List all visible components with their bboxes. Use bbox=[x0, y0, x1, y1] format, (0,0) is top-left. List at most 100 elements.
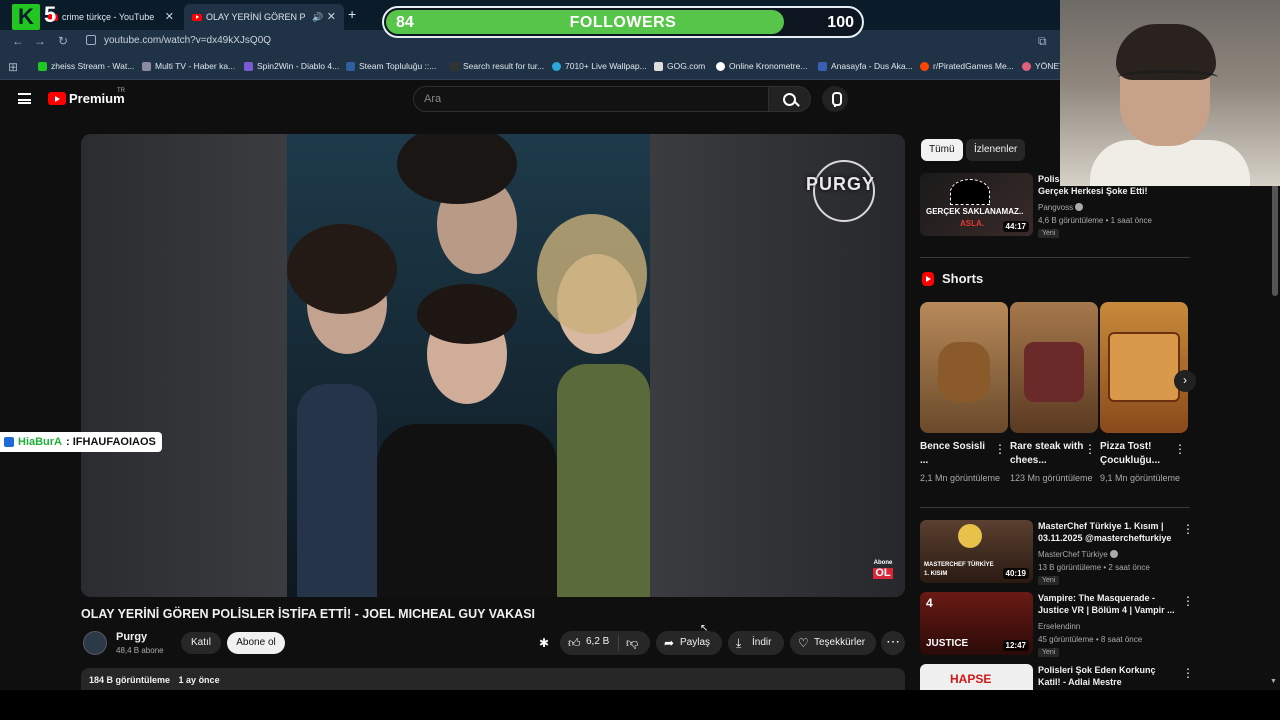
hamburger-menu-icon[interactable] bbox=[18, 93, 31, 104]
microphone-icon[interactable] bbox=[822, 86, 848, 112]
bookmark-label: Steam Topluluğu ::... bbox=[359, 61, 437, 71]
video-thumbnail[interactable]: GERÇEK SAKLANAMAZ.. ASLA. 44:17 bbox=[920, 173, 1033, 236]
watermark-text: PURGY bbox=[805, 174, 875, 194]
like-count[interactable]: 6,2 B bbox=[586, 636, 609, 647]
more-options-icon[interactable]: ⋮ bbox=[1182, 594, 1194, 608]
thumbnail-text: 4 bbox=[926, 596, 933, 610]
video-player[interactable]: PURGY Abone OL bbox=[81, 134, 905, 597]
short-card[interactable]: Pizza Tost! Çocukluğu... 9,1 Mn görüntül… bbox=[1100, 302, 1188, 483]
back-icon[interactable]: ← bbox=[12, 34, 24, 48]
search-icon[interactable] bbox=[769, 86, 811, 112]
bookmark[interactable]: YÖNET bbox=[1022, 61, 1064, 71]
description-box[interactable]: 184 B görüntüleme 1 ay önce bbox=[81, 668, 905, 690]
short-title[interactable]: Bence Sosisli ... bbox=[920, 440, 994, 468]
bookmark[interactable]: Spin2Win - Diablo 4... bbox=[244, 61, 339, 71]
download-label: İndir bbox=[752, 637, 772, 648]
bookmark[interactable]: Anasayfa - Dus Aka... bbox=[818, 61, 913, 71]
share-icon: ➦ bbox=[664, 636, 675, 650]
bookmark[interactable]: Search result for tur... bbox=[450, 61, 544, 71]
thanks-button[interactable]: ♡ Teşekkürler bbox=[790, 631, 876, 655]
download-icon: ⤓ bbox=[736, 636, 742, 650]
bookmark[interactable]: r/PiratedGames Me... bbox=[920, 61, 1014, 71]
chip-all[interactable]: Tümü bbox=[921, 139, 963, 161]
bookmark[interactable]: GOG.com bbox=[654, 61, 705, 71]
new-tab-icon[interactable]: + bbox=[348, 6, 356, 22]
thanks-label: Teşekkürler bbox=[814, 637, 866, 648]
more-options-icon[interactable]: ⋮ bbox=[994, 442, 1006, 456]
upload-age: 1 ay önce bbox=[178, 675, 220, 685]
mouse-cursor-icon: ↖ bbox=[700, 623, 709, 634]
site-info-icon[interactable] bbox=[86, 35, 96, 45]
channel-name[interactable]: MasterChef Türkiye bbox=[1038, 550, 1118, 559]
speaker-icon[interactable]: 🔊 bbox=[312, 12, 323, 23]
divider bbox=[920, 507, 1190, 508]
short-thumbnail[interactable] bbox=[920, 302, 1008, 433]
browser-tab[interactable]: crime türkçe - YouTube ✕ bbox=[40, 4, 182, 30]
browser-tab-active[interactable]: OLAY YERİNİ GÖREN POLİS 🔊 ✕ bbox=[184, 4, 344, 30]
verified-icon bbox=[1075, 203, 1084, 211]
multitv-icon bbox=[142, 61, 151, 71]
video-title[interactable]: MasterChef Türkiye 1. Kısım | 03.11.2025… bbox=[1038, 520, 1176, 544]
short-thumbnail[interactable] bbox=[1100, 302, 1188, 433]
more-options-icon[interactable]: ⋮ bbox=[1174, 442, 1186, 456]
scrollbar-thumb[interactable] bbox=[1272, 170, 1278, 296]
share-button[interactable]: ➦ Paylaş bbox=[656, 631, 722, 655]
related-video[interactable]: HAPSE Polisleri Şok Eden Korkunç Katil! … bbox=[920, 664, 1190, 690]
search-input[interactable]: Ara bbox=[413, 86, 769, 112]
reload-icon[interactable]: ↻ bbox=[58, 34, 68, 48]
bookmark-label: Spin2Win - Diablo 4... bbox=[257, 61, 340, 71]
video-meta: 13 B görüntüleme • 2 saat önce bbox=[1038, 563, 1150, 572]
more-actions-icon[interactable]: ⋯ bbox=[881, 631, 905, 655]
url-field[interactable]: youtube.com/watch?v=dx49kXJsQ0Q bbox=[104, 35, 271, 46]
bookmark[interactable]: 7010+ Live Wallpap... bbox=[552, 61, 647, 71]
apps-grid-icon[interactable]: ⊞ bbox=[8, 60, 18, 74]
bookmark[interactable]: Multi TV - Haber ka... bbox=[142, 61, 235, 71]
region-code: TR bbox=[117, 88, 125, 94]
dislike-icon[interactable]: 👎︎ bbox=[626, 636, 638, 651]
followers-current: 84 bbox=[396, 14, 414, 31]
bookmark[interactable]: Online Kronometre... bbox=[716, 61, 807, 71]
close-tab-icon[interactable]: ✕ bbox=[165, 10, 174, 23]
short-card[interactable]: Bence Sosisli ... 2,1 Mn görüntüleme ⋮ bbox=[920, 302, 1008, 483]
new-badge: Yeni bbox=[1038, 229, 1060, 238]
channel-name[interactable]: Pangvoss bbox=[1038, 203, 1084, 212]
chat-text: : IFHAUFAOIAOS bbox=[66, 436, 156, 448]
download-button[interactable]: ⤓ İndir bbox=[728, 631, 784, 655]
video-thumbnail[interactable]: 4 JUSTICE 12:47 bbox=[920, 592, 1033, 655]
more-options-icon[interactable]: ⋮ bbox=[1182, 666, 1190, 680]
more-options-icon[interactable]: ⋮ bbox=[1084, 442, 1096, 456]
chat-platform-icon bbox=[4, 437, 14, 447]
forward-icon[interactable]: → bbox=[34, 34, 46, 48]
yonet-icon bbox=[1022, 61, 1031, 71]
bookmark[interactable]: zheiss Stream - Wat... bbox=[38, 61, 134, 71]
video-title[interactable]: Polisleri Şok Eden Korkunç Katil! - Adla… bbox=[1038, 664, 1176, 688]
short-thumbnail[interactable] bbox=[1010, 302, 1098, 433]
collab-icon[interactable]: ✱ bbox=[539, 636, 553, 650]
video-thumbnail[interactable]: MASTERCHEF TÜRKİYE 1. KISIM 40:19 bbox=[920, 520, 1033, 583]
short-title[interactable]: Pizza Tost! Çocukluğu... bbox=[1100, 440, 1174, 468]
close-tab-icon[interactable]: ✕ bbox=[327, 10, 336, 23]
related-video[interactable]: 4 JUSTICE 12:47 Vampire: The Masquerade … bbox=[920, 592, 1194, 658]
channel-avatar[interactable] bbox=[83, 631, 107, 655]
join-button[interactable]: Katıl bbox=[181, 632, 221, 654]
bookmark[interactable]: Steam Topluluğu ::... bbox=[346, 61, 436, 71]
video-thumbnail[interactable]: HAPSE bbox=[920, 664, 1033, 690]
more-options-icon[interactable]: ⋮ bbox=[1182, 522, 1194, 536]
chip-watched[interactable]: İzlenenler bbox=[966, 139, 1026, 161]
short-title[interactable]: Rare steak with chees... bbox=[1010, 440, 1084, 468]
video-title[interactable]: Vampire: The Masquerade - Justice VR | B… bbox=[1038, 592, 1176, 616]
youtube-logo-icon[interactable] bbox=[48, 92, 66, 105]
short-card[interactable]: Rare steak with chees... 123 Mn görüntül… bbox=[1010, 302, 1098, 483]
cast-icon[interactable]: ⧉ bbox=[1038, 34, 1047, 49]
channel-name[interactable]: Purgy bbox=[116, 631, 147, 643]
bookmark-label: Multi TV - Haber ka... bbox=[155, 61, 236, 71]
thumbnail-text: GERÇEK SAKLANAMAZ.. bbox=[926, 207, 1024, 216]
new-badge: Yeni bbox=[1038, 576, 1060, 585]
like-icon[interactable]: 👍︎ bbox=[568, 636, 581, 651]
related-video[interactable]: MASTERCHEF TÜRKİYE 1. KISIM 40:19 Master… bbox=[920, 520, 1194, 586]
subscribe-button[interactable]: Abone ol bbox=[227, 632, 285, 654]
scroll-down-icon[interactable]: ▼ bbox=[1270, 678, 1277, 685]
share-label: Paylaş bbox=[680, 637, 711, 648]
chevron-right-icon[interactable]: › bbox=[1174, 370, 1196, 392]
channel-name[interactable]: Erselendinn bbox=[1038, 622, 1080, 631]
